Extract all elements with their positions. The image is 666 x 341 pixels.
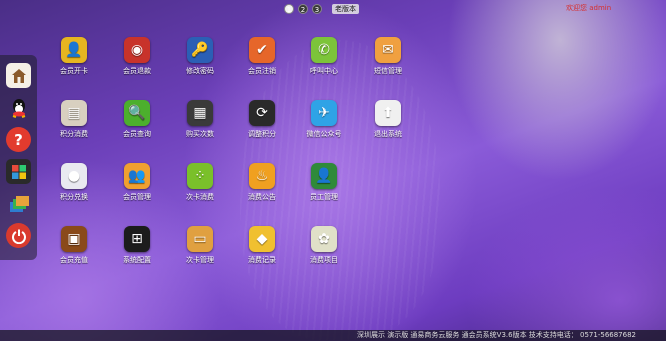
app-label: 会员管理 [123, 193, 151, 201]
welcome-text: 欢迎您 admin [566, 4, 612, 12]
app-label: 会员充值 [60, 256, 88, 264]
app-points-spend[interactable]: ▤ 积分消费 [48, 100, 100, 139]
page-dot-1[interactable]: 1 [284, 4, 294, 14]
app-label: 调整积分 [248, 130, 276, 138]
wechat-icon: ✈ [311, 100, 337, 126]
items-icon: ✿ [311, 226, 337, 252]
points-spend-icon: ▤ [61, 100, 87, 126]
times-card-icon: ⁘ [187, 163, 213, 189]
app-label: 购买次数 [186, 130, 214, 138]
app-label: 积分消费 [60, 130, 88, 138]
cancel-member-icon: ✔ [249, 37, 275, 63]
app-cancel-member[interactable]: ✔ 会员注销 [236, 37, 288, 76]
page-indicator: 1 2 3 老版本 [284, 3, 359, 15]
sidebar-dock: ? [0, 55, 37, 260]
exit-icon: ⬆ [375, 100, 401, 126]
app-label: 微信公众号 [306, 130, 342, 138]
footer-bar: 深圳展示 演示版 通易商务云服务 通会员系统V3.6版本 技术支持电话： 057… [0, 330, 666, 341]
old-version-link[interactable]: 老版本 [332, 4, 359, 14]
app-label: 消费记录 [248, 256, 276, 264]
app-label: 次卡管理 [186, 256, 214, 264]
recharge-icon: ▣ [61, 226, 87, 252]
app-label: 会员开卡 [60, 67, 88, 75]
records-icon: ◆ [249, 226, 275, 252]
app-label: 会员查询 [123, 130, 151, 138]
app-member-refund[interactable]: ◉ 会员退款 [111, 37, 163, 76]
adjust-points-icon: ⟳ [249, 100, 275, 126]
member-card-icon: 👤 [61, 37, 87, 63]
app-key[interactable]: 🔑 修改密码 [174, 37, 226, 76]
member-search-icon: 🔍 [124, 100, 150, 126]
page-dot-3[interactable]: 3 [312, 4, 322, 14]
app-buy-times[interactable]: ▦ 购买次数 [174, 100, 226, 139]
app-wechat[interactable]: ✈ 微信公众号 [298, 100, 350, 139]
windows-icon[interactable] [6, 159, 31, 184]
phone-icon: ✆ [311, 37, 337, 63]
app-notice[interactable]: ♨ 消费公告 [236, 163, 288, 202]
app-exit[interactable]: ⬆ 退出系统 [362, 100, 414, 139]
staff-icon: 👤 [311, 163, 337, 189]
buy-times-icon: ▦ [187, 100, 213, 126]
app-times-card[interactable]: ⁘ 次卡消费 [174, 163, 226, 202]
app-label: 消费公告 [248, 193, 276, 201]
app-phone[interactable]: ✆ 呼叫中心 [298, 37, 350, 76]
app-label: 呼叫中心 [310, 67, 338, 75]
app-member-search[interactable]: 🔍 会员查询 [111, 100, 163, 139]
app-label: 员工管理 [310, 193, 338, 201]
sms-icon: ✉ [375, 37, 401, 63]
settings-icon: ⊞ [124, 226, 150, 252]
page-dot-2[interactable]: 2 [298, 4, 308, 14]
app-settings[interactable]: ⊞ 系统配置 [111, 226, 163, 265]
app-label: 系统配置 [123, 256, 151, 264]
app-label: 会员注销 [248, 67, 276, 75]
app-label: 会员退款 [123, 67, 151, 75]
points-exchange-icon: ● [61, 163, 87, 189]
qq-icon[interactable] [6, 95, 31, 120]
app-label: 消费项目 [310, 256, 338, 264]
power-icon[interactable] [6, 223, 31, 248]
member-manage-icon: 👥 [124, 163, 150, 189]
notice-icon: ♨ [249, 163, 275, 189]
app-label: 退出系统 [374, 130, 402, 138]
app-sms[interactable]: ✉ 短信管理 [362, 37, 414, 76]
app-recharge[interactable]: ▣ 会员充值 [48, 226, 100, 265]
app-label: 修改密码 [186, 67, 214, 75]
layers-icon[interactable] [6, 191, 31, 216]
app-label: 积分兑换 [60, 193, 88, 201]
home-icon[interactable] [6, 63, 31, 88]
app-adjust-points[interactable]: ⟳ 调整积分 [236, 100, 288, 139]
times-card-manage-icon: ▭ [187, 226, 213, 252]
help-icon[interactable]: ? [6, 127, 31, 152]
app-member-manage[interactable]: 👥 会员管理 [111, 163, 163, 202]
app-staff[interactable]: 👤 员工管理 [298, 163, 350, 202]
app-points-exchange[interactable]: ● 积分兑换 [48, 163, 100, 202]
app-records[interactable]: ◆ 消费记录 [236, 226, 288, 265]
app-label: 次卡消费 [186, 193, 214, 201]
key-icon: 🔑 [187, 37, 213, 63]
app-times-card-manage[interactable]: ▭ 次卡管理 [174, 226, 226, 265]
app-member-card[interactable]: 👤 会员开卡 [48, 37, 100, 76]
app-label: 短信管理 [374, 67, 402, 75]
member-refund-icon: ◉ [124, 37, 150, 63]
app-items[interactable]: ✿ 消费项目 [298, 226, 350, 265]
